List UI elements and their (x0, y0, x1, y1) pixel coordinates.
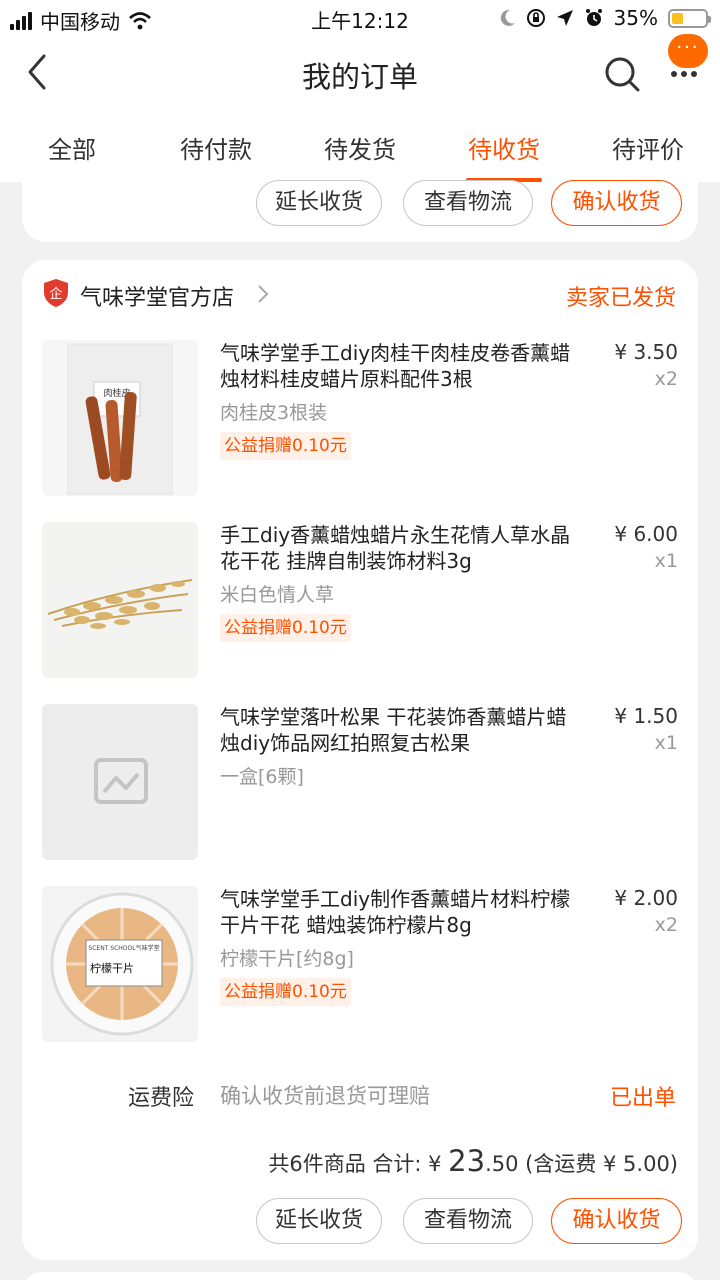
product-quantity: x1 (654, 550, 678, 572)
charity-tag: 公益捐赠0.10元 (220, 432, 351, 460)
next-order-card (22, 1272, 698, 1280)
thumb-label: 柠檬干片 (90, 961, 134, 975)
confirm-receipt-button[interactable]: 确认收货 (551, 180, 682, 226)
svg-text:企: 企 (49, 286, 62, 302)
view-logistics-button[interactable]: 查看物流 (403, 1198, 533, 1244)
product-sku: 米白色情人草 (220, 584, 335, 606)
product-price: ¥ 3.50 (614, 340, 678, 364)
product-price: ¥ 6.00 (614, 522, 678, 546)
order-item[interactable]: 气味学堂落叶松果 干花装饰香薰蜡片蜡烛diy饰品网红拍照复古松果 一盒[6颗] … (22, 704, 698, 864)
product-price: ¥ 1.50 (614, 704, 678, 728)
summary-count: 共6件商品 合计: ¥ (268, 1152, 449, 1176)
confirm-receipt-button[interactable]: 确认收货 (551, 1198, 682, 1244)
nav-bar: 我的订单 (0, 36, 720, 110)
chevron-right-icon[interactable] (256, 284, 270, 304)
order-status: 卖家已发货 (565, 286, 676, 311)
shipping-insurance-status[interactable]: 已出单 (610, 1080, 676, 1112)
shipping-fee: (含运费 ¥ 5.00) (518, 1152, 678, 1176)
tab-pending-receipt[interactable]: 待收货 (468, 130, 540, 165)
extend-receipt-button[interactable]: 延长收货 (256, 1198, 382, 1244)
shop-name[interactable]: 气味学堂官方店 (80, 280, 234, 312)
order-summary: 共6件商品 合计: ¥ 23.50 (含运费 ¥ 5.00) (268, 1144, 678, 1178)
product-sku: 柠檬干片[约8g] (220, 948, 354, 970)
previous-order-card: 延长收货 查看物流 确认收货 (22, 180, 698, 242)
product-title[interactable]: 手工diy香薰蜡烛蜡片永生花情人草水晶花干花 挂牌自制装饰材料3g (220, 522, 580, 574)
product-title[interactable]: 气味学堂手工diy制作香薰蜡片材料柠檬干片干花 蜡烛装饰柠檬片8g (220, 886, 580, 938)
product-quantity: x2 (654, 368, 678, 390)
tab-pending-payment[interactable]: 待付款 (180, 130, 252, 165)
order-item[interactable]: 肉桂皮 气味学堂手工diy肉桂干肉桂皮卷香薰蜡烛材料桂皮蜡片原料配件3根 肉桂皮… (22, 340, 698, 500)
cinnamon-image: 肉桂皮 (67, 343, 173, 495)
product-thumbnail[interactable]: 肉桂皮 (42, 340, 198, 496)
tab-pending-shipment[interactable]: 待发货 (324, 130, 396, 165)
product-title[interactable]: 气味学堂落叶松果 干花装饰香薰蜡片蜡烛diy饰品网红拍照复古松果 (220, 704, 580, 756)
product-thumbnail[interactable] (42, 522, 198, 678)
charity-tag: 公益捐赠0.10元 (220, 614, 351, 642)
thumb-brand: SCENT SCHOOL气味学堂 (88, 944, 159, 952)
dried-flower-image (47, 579, 193, 629)
order-item[interactable]: 手工diy香薰蜡烛蜡片永生花情人草水晶花干花 挂牌自制装饰材料3g 米白色情人草… (22, 522, 698, 682)
view-logistics-button[interactable]: 查看物流 (403, 180, 533, 226)
battery-icon (668, 8, 711, 28)
shipping-insurance-desc: 确认收货前退货可理赔 (220, 1084, 430, 1108)
moon-icon (500, 9, 515, 26)
status-bar: 中国移动 上午12:12 35% (0, 0, 720, 36)
product-thumbnail[interactable]: SCENT SCHOOL气味学堂 柠檬干片 (42, 886, 198, 1042)
alarm-icon (585, 9, 602, 26)
battery-percent: 35% (613, 6, 658, 30)
charity-tag: 公益捐赠0.10元 (220, 978, 351, 1006)
order-card: 企 气味学堂官方店 卖家已发货 肉桂皮 气味学堂手工diy肉桂干肉桂皮卷香薰蜡烛… (22, 260, 698, 1260)
image-placeholder-icon (94, 758, 148, 804)
total-integer: 23 (448, 1144, 486, 1178)
order-tabs: 全部 待付款 待发货 待收货 待评价 (0, 110, 720, 182)
product-title[interactable]: 气味学堂手工diy肉桂干肉桂皮卷香薰蜡烛材料桂皮蜡片原料配件3根 (220, 340, 580, 392)
total-decimal: .50 (485, 1152, 519, 1176)
product-sku: 一盒[6颗] (220, 766, 304, 788)
product-sku: 肉桂皮3根装 (220, 402, 328, 424)
product-quantity: x1 (654, 732, 678, 754)
lemon-slices-image: SCENT SCHOOL气味学堂 柠檬干片 (50, 892, 194, 1036)
shop-badge-icon: 企 (44, 279, 68, 307)
product-price: ¥ 2.00 (614, 886, 678, 910)
tab-pending-review[interactable]: 待评价 (612, 130, 684, 165)
shipping-insurance-label: 运费险 (128, 1086, 195, 1111)
order-item[interactable]: SCENT SCHOOL气味学堂 柠檬干片 气味学堂手工diy制作香薰蜡片材料柠… (22, 886, 698, 1046)
status-right: 35% (500, 6, 711, 30)
search-icon[interactable] (602, 54, 642, 94)
rotation-lock-icon (526, 9, 545, 27)
product-thumbnail[interactable] (42, 704, 198, 860)
location-icon (556, 10, 573, 26)
battery-level (672, 12, 684, 24)
tab-all[interactable]: 全部 (48, 130, 96, 165)
product-quantity: x2 (654, 914, 678, 936)
more-menu-badge[interactable]: ··· (668, 34, 708, 68)
extend-receipt-button[interactable]: 延长收货 (256, 180, 382, 226)
